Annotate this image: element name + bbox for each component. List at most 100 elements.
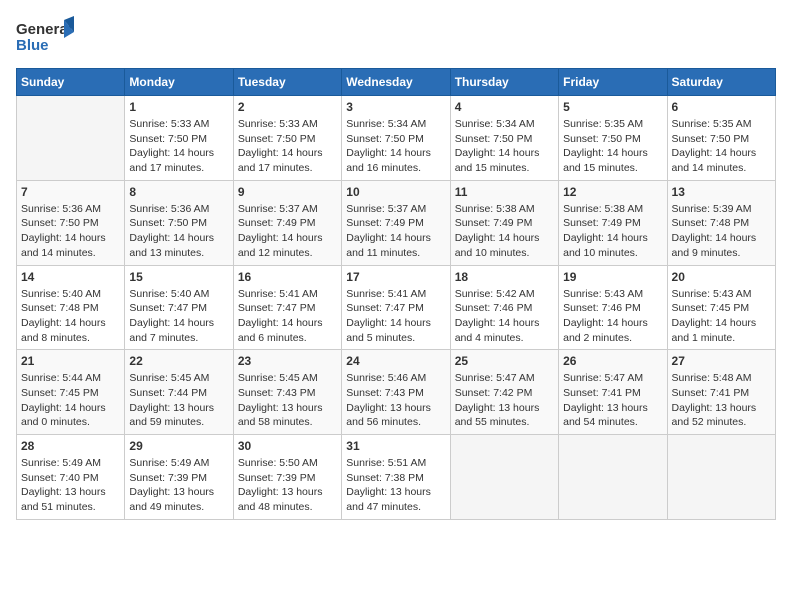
- day-info: Sunrise: 5:46 AM Sunset: 7:43 PM Dayligh…: [346, 371, 445, 430]
- day-number: 9: [238, 185, 337, 199]
- calendar-cell: [17, 96, 125, 181]
- day-number: 29: [129, 439, 228, 453]
- page-header: GeneralBlue: [16, 16, 776, 60]
- calendar-cell: 13 Sunrise: 5:39 AM Sunset: 7:48 PM Dayli…: [667, 180, 775, 265]
- day-info: Sunrise: 5:41 AM Sunset: 7:47 PM Dayligh…: [238, 287, 337, 346]
- day-number: 27: [672, 354, 771, 368]
- day-number: 5: [563, 100, 662, 114]
- calendar-table: SundayMondayTuesdayWednesdayThursdayFrid…: [16, 68, 776, 520]
- day-info: Sunrise: 5:49 AM Sunset: 7:40 PM Dayligh…: [21, 456, 120, 515]
- day-info: Sunrise: 5:44 AM Sunset: 7:45 PM Dayligh…: [21, 371, 120, 430]
- calendar-cell: 30 Sunrise: 5:50 AM Sunset: 7:39 PM Dayli…: [233, 435, 341, 520]
- calendar-cell: 5 Sunrise: 5:35 AM Sunset: 7:50 PM Daylig…: [559, 96, 667, 181]
- day-info: Sunrise: 5:45 AM Sunset: 7:43 PM Dayligh…: [238, 371, 337, 430]
- day-info: Sunrise: 5:33 AM Sunset: 7:50 PM Dayligh…: [129, 117, 228, 176]
- day-info: Sunrise: 5:43 AM Sunset: 7:45 PM Dayligh…: [672, 287, 771, 346]
- day-number: 12: [563, 185, 662, 199]
- calendar-cell: 17 Sunrise: 5:41 AM Sunset: 7:47 PM Dayli…: [342, 265, 450, 350]
- calendar-cell: 14Sunrise: 5:40 AM Sunset: 7:48 PM Dayli…: [17, 265, 125, 350]
- week-row-4: 21 Sunrise: 5:44 AM Sunset: 7:45 PM Dayli…: [17, 350, 776, 435]
- calendar-cell: 23Sunrise: 5:45 AM Sunset: 7:43 PM Dayli…: [233, 350, 341, 435]
- day-number: 21: [21, 354, 120, 368]
- calendar-cell: 3 Sunrise: 5:34 AM Sunset: 7:50 PM Daylig…: [342, 96, 450, 181]
- day-info: Sunrise: 5:34 AM Sunset: 7:50 PM Dayligh…: [346, 117, 445, 176]
- weekday-header-saturday: Saturday: [667, 69, 775, 96]
- week-row-2: 7 Sunrise: 5:36 AM Sunset: 7:50 PM Daylig…: [17, 180, 776, 265]
- day-number: 2: [238, 100, 337, 114]
- calendar-cell: [667, 435, 775, 520]
- day-info: Sunrise: 5:42 AM Sunset: 7:46 PM Dayligh…: [455, 287, 554, 346]
- day-info: Sunrise: 5:36 AM Sunset: 7:50 PM Dayligh…: [21, 202, 120, 261]
- weekday-header-row: SundayMondayTuesdayWednesdayThursdayFrid…: [17, 69, 776, 96]
- day-info: Sunrise: 5:48 AM Sunset: 7:41 PM Dayligh…: [672, 371, 771, 430]
- day-info: Sunrise: 5:33 AM Sunset: 7:50 PM Dayligh…: [238, 117, 337, 176]
- day-info: Sunrise: 5:35 AM Sunset: 7:50 PM Dayligh…: [672, 117, 771, 176]
- calendar-cell: 26Sunrise: 5:47 AM Sunset: 7:41 PM Dayli…: [559, 350, 667, 435]
- calendar-cell: 21 Sunrise: 5:44 AM Sunset: 7:45 PM Dayli…: [17, 350, 125, 435]
- calendar-cell: 19Sunrise: 5:43 AM Sunset: 7:46 PM Dayli…: [559, 265, 667, 350]
- week-row-3: 14Sunrise: 5:40 AM Sunset: 7:48 PM Dayli…: [17, 265, 776, 350]
- weekday-header-wednesday: Wednesday: [342, 69, 450, 96]
- day-info: Sunrise: 5:38 AM Sunset: 7:49 PM Dayligh…: [563, 202, 662, 261]
- calendar-cell: 8Sunrise: 5:36 AM Sunset: 7:50 PM Daylig…: [125, 180, 233, 265]
- day-number: 31: [346, 439, 445, 453]
- day-info: Sunrise: 5:43 AM Sunset: 7:46 PM Dayligh…: [563, 287, 662, 346]
- day-number: 11: [455, 185, 554, 199]
- logo: GeneralBlue: [16, 16, 76, 60]
- day-number: 22: [129, 354, 228, 368]
- svg-text:General: General: [16, 21, 72, 38]
- calendar-cell: 22 Sunrise: 5:45 AM Sunset: 7:44 PM Dayli…: [125, 350, 233, 435]
- day-number: 7: [21, 185, 120, 199]
- day-number: 30: [238, 439, 337, 453]
- day-number: 13: [672, 185, 771, 199]
- day-info: Sunrise: 5:45 AM Sunset: 7:44 PM Dayligh…: [129, 371, 228, 430]
- calendar-cell: 1 Sunrise: 5:33 AM Sunset: 7:50 PM Daylig…: [125, 96, 233, 181]
- week-row-1: 1 Sunrise: 5:33 AM Sunset: 7:50 PM Daylig…: [17, 96, 776, 181]
- day-info: Sunrise: 5:36 AM Sunset: 7:50 PM Dayligh…: [129, 202, 228, 261]
- calendar-cell: 25 Sunrise: 5:47 AM Sunset: 7:42 PM Dayli…: [450, 350, 558, 435]
- calendar-cell: 6 Sunrise: 5:35 AM Sunset: 7:50 PM Daylig…: [667, 96, 775, 181]
- calendar-cell: 28 Sunrise: 5:49 AM Sunset: 7:40 PM Dayli…: [17, 435, 125, 520]
- calendar-cell: 12 Sunrise: 5:38 AM Sunset: 7:49 PM Dayli…: [559, 180, 667, 265]
- calendar-cell: 7 Sunrise: 5:36 AM Sunset: 7:50 PM Daylig…: [17, 180, 125, 265]
- calendar-cell: 2 Sunrise: 5:33 AM Sunset: 7:50 PM Daylig…: [233, 96, 341, 181]
- day-number: 4: [455, 100, 554, 114]
- calendar-cell: 20 Sunrise: 5:43 AM Sunset: 7:45 PM Dayli…: [667, 265, 775, 350]
- day-number: 20: [672, 270, 771, 284]
- day-info: Sunrise: 5:39 AM Sunset: 7:48 PM Dayligh…: [672, 202, 771, 261]
- day-number: 15: [129, 270, 228, 284]
- day-number: 17: [346, 270, 445, 284]
- day-number: 16: [238, 270, 337, 284]
- day-info: Sunrise: 5:41 AM Sunset: 7:47 PM Dayligh…: [346, 287, 445, 346]
- day-number: 26: [563, 354, 662, 368]
- day-info: Sunrise: 5:37 AM Sunset: 7:49 PM Dayligh…: [346, 202, 445, 261]
- calendar-cell: 11 Sunrise: 5:38 AM Sunset: 7:49 PM Dayli…: [450, 180, 558, 265]
- calendar-cell: 31 Sunrise: 5:51 AM Sunset: 7:38 PM Dayli…: [342, 435, 450, 520]
- calendar-cell: 16 Sunrise: 5:41 AM Sunset: 7:47 PM Dayli…: [233, 265, 341, 350]
- day-info: Sunrise: 5:38 AM Sunset: 7:49 PM Dayligh…: [455, 202, 554, 261]
- day-number: 18: [455, 270, 554, 284]
- weekday-header-monday: Monday: [125, 69, 233, 96]
- calendar-cell: 27 Sunrise: 5:48 AM Sunset: 7:41 PM Dayli…: [667, 350, 775, 435]
- day-info: Sunrise: 5:50 AM Sunset: 7:39 PM Dayligh…: [238, 456, 337, 515]
- day-info: Sunrise: 5:35 AM Sunset: 7:50 PM Dayligh…: [563, 117, 662, 176]
- day-number: 3: [346, 100, 445, 114]
- weekday-header-tuesday: Tuesday: [233, 69, 341, 96]
- day-number: 25: [455, 354, 554, 368]
- logo-svg: GeneralBlue: [16, 16, 76, 60]
- day-info: Sunrise: 5:37 AM Sunset: 7:49 PM Dayligh…: [238, 202, 337, 261]
- calendar-cell: 15Sunrise: 5:40 AM Sunset: 7:47 PM Dayli…: [125, 265, 233, 350]
- calendar-cell: 9 Sunrise: 5:37 AM Sunset: 7:49 PM Daylig…: [233, 180, 341, 265]
- calendar-cell: 29 Sunrise: 5:49 AM Sunset: 7:39 PM Dayli…: [125, 435, 233, 520]
- day-info: Sunrise: 5:47 AM Sunset: 7:42 PM Dayligh…: [455, 371, 554, 430]
- day-info: Sunrise: 5:51 AM Sunset: 7:38 PM Dayligh…: [346, 456, 445, 515]
- day-info: Sunrise: 5:49 AM Sunset: 7:39 PM Dayligh…: [129, 456, 228, 515]
- day-number: 1: [129, 100, 228, 114]
- weekday-header-thursday: Thursday: [450, 69, 558, 96]
- day-number: 28: [21, 439, 120, 453]
- day-info: Sunrise: 5:34 AM Sunset: 7:50 PM Dayligh…: [455, 117, 554, 176]
- week-row-5: 28 Sunrise: 5:49 AM Sunset: 7:40 PM Dayli…: [17, 435, 776, 520]
- calendar-cell: 4 Sunrise: 5:34 AM Sunset: 7:50 PM Daylig…: [450, 96, 558, 181]
- day-number: 6: [672, 100, 771, 114]
- day-number: 14: [21, 270, 120, 284]
